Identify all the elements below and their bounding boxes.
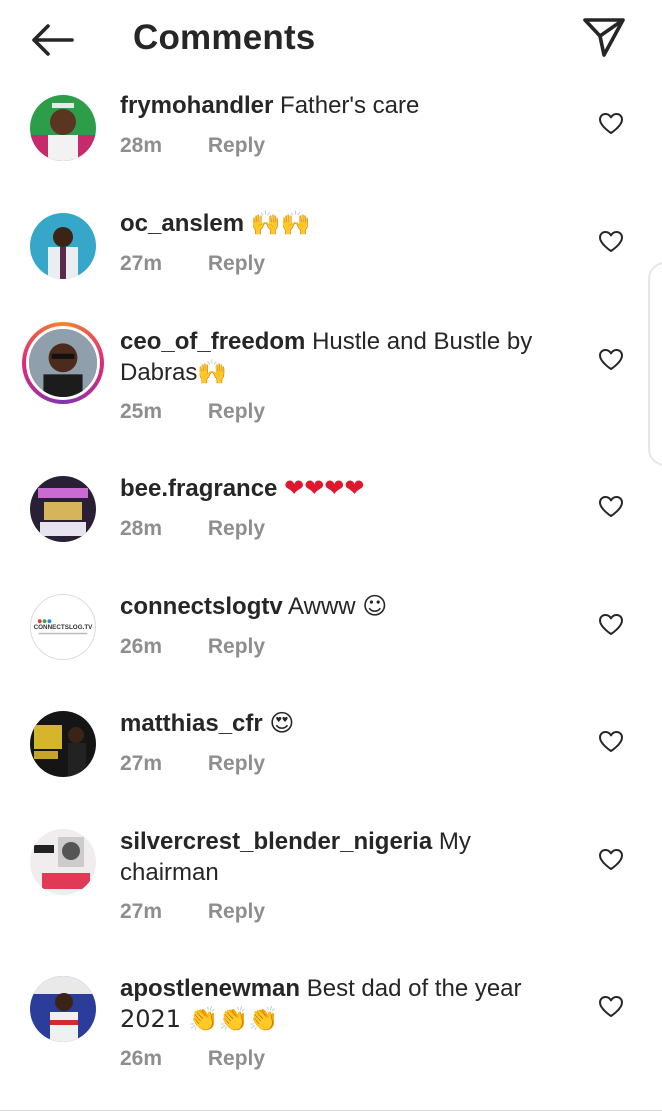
comment-text-line2: chairman <box>120 859 219 886</box>
share-button[interactable] <box>580 14 628 60</box>
comment-timestamp: 27m <box>120 752 163 775</box>
avatar-logo-text: CONNECTSLOG.TV <box>34 624 94 631</box>
comment-timestamp: 27m <box>120 252 163 275</box>
avatar[interactable] <box>30 976 96 1042</box>
heart-outline-icon[interactable] <box>598 995 624 1019</box>
comment-username[interactable]: matthias_cfr <box>120 710 263 737</box>
reply-button[interactable]: Reply <box>208 752 265 775</box>
comment-timestamp: 26m <box>120 635 163 658</box>
page-title: Comments <box>133 18 316 57</box>
comment-emoji: 😍 <box>269 709 295 737</box>
comment-timestamp: 27m <box>120 900 163 923</box>
avatar[interactable] <box>30 829 96 895</box>
back-button[interactable] <box>28 20 76 60</box>
reply-button[interactable]: Reply <box>208 252 265 275</box>
avatar[interactable]: CONNECTSLOG.TV <box>30 594 96 660</box>
comment-text: My <box>438 828 471 855</box>
avatar[interactable] <box>30 95 96 161</box>
avatar[interactable] <box>30 476 96 542</box>
heart-outline-icon[interactable] <box>598 112 624 136</box>
reply-button[interactable]: Reply <box>208 635 265 658</box>
comment-timestamp: 26m <box>120 1047 163 1070</box>
heart-outline-icon[interactable] <box>598 613 624 637</box>
comment-text-line2: 2021 👏👏👏 <box>120 1005 279 1033</box>
comment-username[interactable]: frymohandler <box>120 92 273 119</box>
reply-button[interactable]: Reply <box>208 1047 265 1070</box>
comment-username[interactable]: apostlenewman <box>120 975 300 1002</box>
comment-emoji: 🙌🙌 <box>250 209 311 237</box>
heart-outline-icon[interactable] <box>598 230 624 254</box>
comment-text-line2: Dabras🙌 <box>120 359 228 386</box>
arrow-left-icon <box>32 24 74 56</box>
comment-text: Best dad of the year <box>306 975 522 1002</box>
comment-emoji: ❤❤❤❤ <box>284 474 365 502</box>
reply-button[interactable]: Reply <box>208 400 265 423</box>
comment-timestamp: 28m <box>120 517 163 540</box>
comment-text: Hustle and Bustle by <box>312 328 533 355</box>
avatar[interactable] <box>30 213 96 279</box>
divider <box>0 1110 662 1111</box>
paper-plane-icon <box>583 18 625 57</box>
comment-text: Awww <box>288 593 356 620</box>
reply-button[interactable]: Reply <box>208 900 265 923</box>
comment-username[interactable]: ceo_of_freedom <box>120 328 305 355</box>
reply-button[interactable]: Reply <box>208 517 265 540</box>
heart-outline-icon[interactable] <box>598 848 624 872</box>
heart-outline-icon[interactable] <box>598 730 624 754</box>
reply-button[interactable]: Reply <box>208 134 265 157</box>
comment-timestamp: 25m <box>120 400 163 423</box>
comment-username[interactable]: bee.fragrance <box>120 475 277 502</box>
comment-emoji: ☺ <box>362 592 388 620</box>
comment-text: Father's care <box>280 92 420 119</box>
avatar[interactable] <box>30 711 96 777</box>
header-bar: Comments <box>0 0 662 80</box>
heart-outline-icon[interactable] <box>598 495 624 519</box>
heart-outline-icon[interactable] <box>598 348 624 372</box>
edge-panel-handle[interactable] <box>648 262 662 466</box>
comment-timestamp: 28m <box>120 134 163 157</box>
comment-username[interactable]: oc_anslem <box>120 210 244 237</box>
comment-username[interactable]: connectslogtv <box>120 593 283 620</box>
comment-username[interactable]: silvercrest_blender_nigeria <box>120 828 432 855</box>
avatar-with-story-ring[interactable] <box>22 322 104 404</box>
